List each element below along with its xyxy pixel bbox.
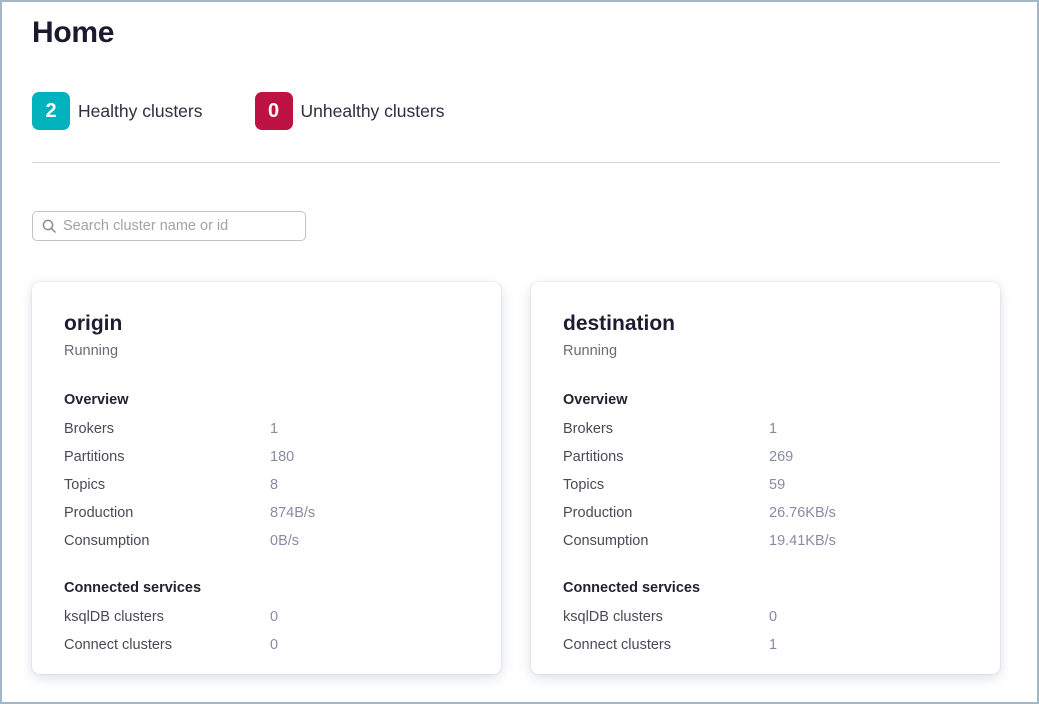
metric-label: Brokers [563, 415, 769, 443]
metric-value: 269 [769, 443, 793, 471]
cluster-status: Running [64, 343, 469, 359]
unhealthy-clusters-label: Unhealthy clusters [301, 101, 445, 122]
metric-value: 59 [769, 471, 785, 499]
metric-row-partitions: Partitions 180 [64, 443, 469, 471]
connected-services-heading: Connected services [563, 579, 968, 597]
cluster-card-destination[interactable]: destination Running Overview Brokers 1 P… [531, 282, 1000, 674]
metric-value: 0 [270, 631, 278, 659]
cluster-search-input[interactable] [63, 218, 296, 234]
metric-row-consumption: Consumption 19.41KB/s [563, 527, 968, 555]
metric-row-ksqldb: ksqlDB clusters 0 [64, 603, 469, 631]
cluster-status: Running [563, 343, 968, 359]
metric-row-partitions: Partitions 269 [563, 443, 968, 471]
cluster-name[interactable]: origin [64, 312, 469, 336]
metric-value: 180 [270, 443, 294, 471]
metric-label: Topics [64, 471, 270, 499]
metric-row-production: Production 26.76KB/s [563, 499, 968, 527]
unhealthy-count-badge: 0 [255, 92, 293, 130]
cluster-card-origin[interactable]: origin Running Overview Brokers 1 Partit… [32, 282, 501, 674]
metric-label: Brokers [64, 415, 270, 443]
metric-row-topics: Topics 8 [64, 471, 469, 499]
unhealthy-clusters-stat: 0 Unhealthy clusters [255, 92, 445, 130]
metric-row-ksqldb: ksqlDB clusters 0 [563, 603, 968, 631]
metric-value: 8 [270, 471, 278, 499]
metric-value: 1 [769, 415, 777, 443]
metric-label: Production [563, 499, 769, 527]
metric-row-brokers: Brokers 1 [563, 415, 968, 443]
metric-label: Topics [563, 471, 769, 499]
metric-value: 19.41KB/s [769, 527, 836, 555]
metric-row-brokers: Brokers 1 [64, 415, 469, 443]
metric-value: 874B/s [270, 499, 315, 527]
metric-label: Partitions [64, 443, 270, 471]
metric-row-production: Production 874B/s [64, 499, 469, 527]
metric-row-topics: Topics 59 [563, 471, 968, 499]
metric-row-consumption: Consumption 0B/s [64, 527, 469, 555]
metric-label: Consumption [563, 527, 769, 555]
section-divider [32, 162, 1000, 163]
metric-value: 26.76KB/s [769, 499, 836, 527]
healthy-count-badge: 2 [32, 92, 70, 130]
cluster-health-summary: 2 Healthy clusters 0 Unhealthy clusters [32, 92, 1000, 130]
metric-row-connect: Connect clusters 0 [64, 631, 469, 659]
metric-label: Connect clusters [563, 631, 769, 659]
healthy-clusters-stat: 2 Healthy clusters [32, 92, 203, 130]
metric-label: ksqlDB clusters [563, 603, 769, 631]
metric-label: Partitions [563, 443, 769, 471]
metric-value: 0 [769, 603, 777, 631]
cluster-name[interactable]: destination [563, 312, 968, 336]
metric-value: 0 [270, 603, 278, 631]
overview-heading: Overview [563, 391, 968, 409]
metric-row-connect: Connect clusters 1 [563, 631, 968, 659]
metric-value: 1 [270, 415, 278, 443]
metric-value: 0B/s [270, 527, 299, 555]
metric-label: Consumption [64, 527, 270, 555]
metric-label: ksqlDB clusters [64, 603, 270, 631]
overview-heading: Overview [64, 391, 469, 409]
search-icon [42, 219, 56, 233]
cluster-cards: origin Running Overview Brokers 1 Partit… [32, 282, 1000, 674]
healthy-clusters-label: Healthy clusters [78, 101, 203, 122]
cluster-search-box[interactable] [32, 211, 306, 241]
metric-value: 1 [769, 631, 777, 659]
connected-services-heading: Connected services [64, 579, 469, 597]
home-page: Home 2 Healthy clusters 0 Unhealthy clus… [2, 14, 1037, 674]
metric-label: Connect clusters [64, 631, 270, 659]
page-title: Home [32, 14, 1000, 52]
metric-label: Production [64, 499, 270, 527]
